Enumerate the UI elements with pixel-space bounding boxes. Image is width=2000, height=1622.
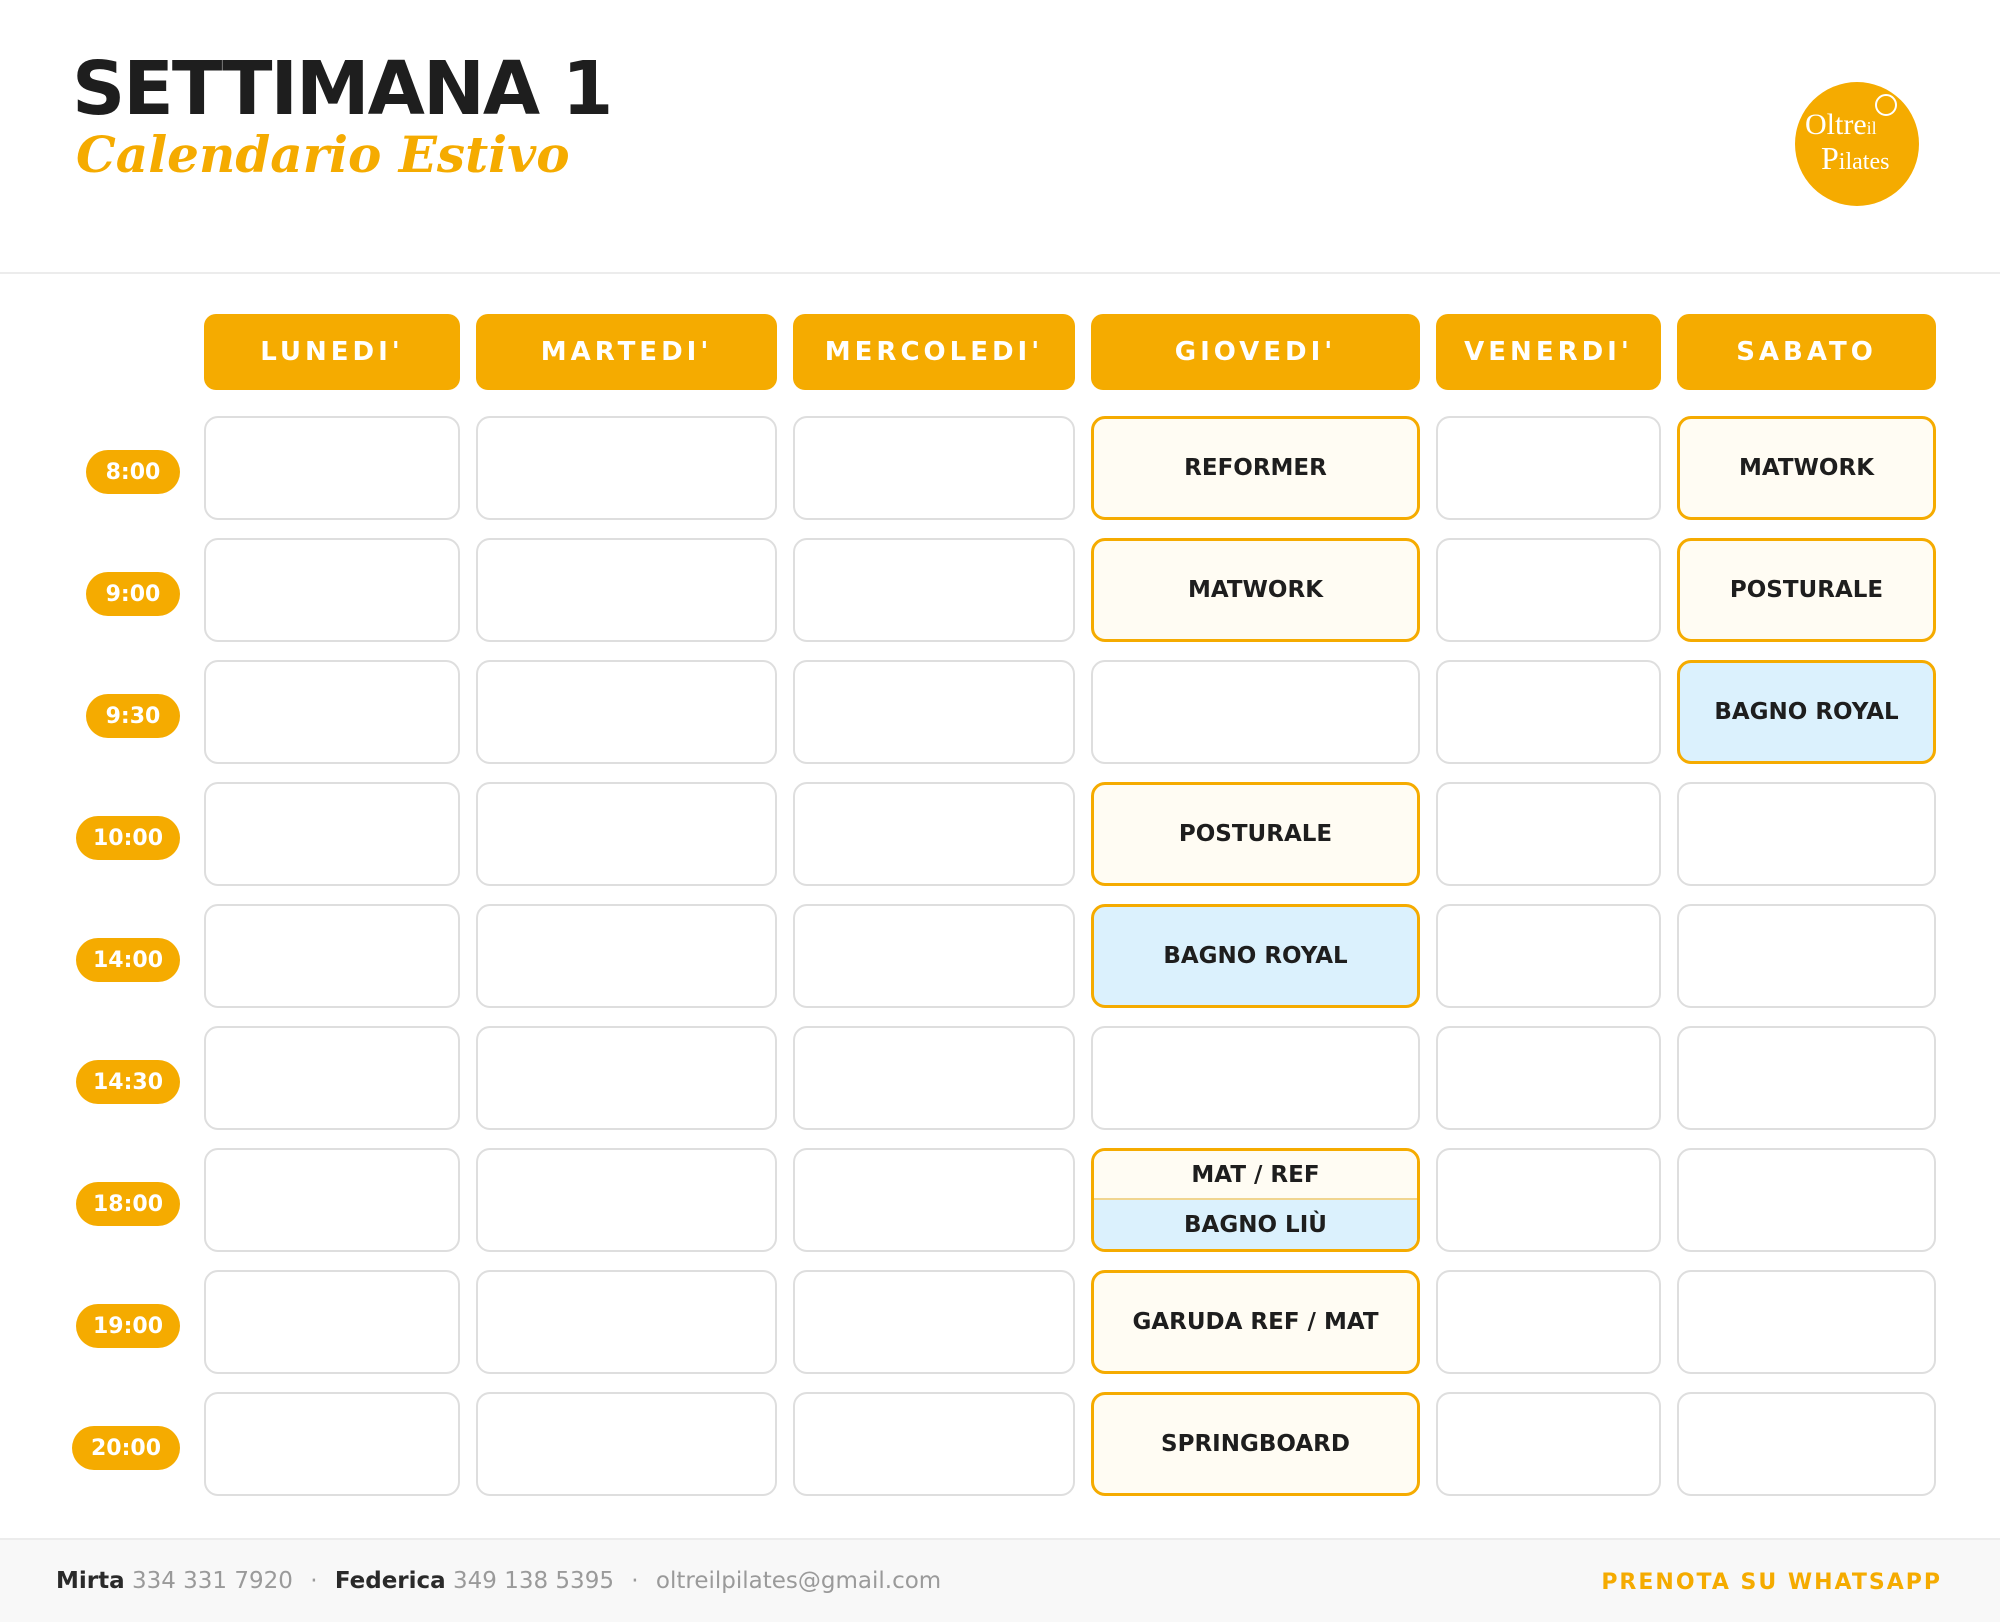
time-label: 14:00: [76, 938, 180, 982]
contact-name: Mirta: [56, 1568, 125, 1594]
schedule-cell-empty: [476, 1026, 777, 1130]
schedule-cell-empty: [1677, 782, 1936, 886]
class-cell-bagno-royal[interactable]: BAGNO ROYAL: [1091, 904, 1420, 1008]
class-cell-reformer[interactable]: REFORMER: [1091, 416, 1420, 520]
schedule-cell-empty: [476, 1270, 777, 1374]
schedule-cell-empty: [793, 1026, 1075, 1130]
schedule-cell-empty: [1436, 1026, 1661, 1130]
time-label: 9:00: [86, 572, 180, 616]
contact-name: Federica: [334, 1568, 446, 1594]
logo-line2: Pilates: [1821, 140, 1890, 176]
whatsapp-booking-link[interactable]: PRENOTA SU WHATSAPP: [1601, 1570, 1942, 1595]
time-label: 19:00: [76, 1304, 180, 1348]
schedule-cell-empty: [204, 1392, 460, 1496]
schedule-cell-empty: [793, 1392, 1075, 1496]
contact-info: Mirta 334 331 7920 · Federica 349 138 53…: [56, 1568, 941, 1594]
schedule-cell-empty: [1436, 1148, 1661, 1252]
schedule-cell-empty: [1436, 416, 1661, 520]
schedule-cell-empty: [793, 538, 1075, 642]
schedule-cell-empty: [204, 538, 460, 642]
time-label: 10:00: [76, 816, 180, 860]
schedule-cell-empty: [476, 416, 777, 520]
day-header-sabato: SABATO: [1677, 314, 1936, 390]
page-title: SETTIMANA 1: [72, 46, 613, 132]
class-cell-bagno-royal[interactable]: BAGNO ROYAL: [1677, 660, 1936, 764]
schedule-cell-empty: [204, 782, 460, 886]
schedule-cell-empty: [1436, 1270, 1661, 1374]
class-cell-posturale[interactable]: POSTURALE: [1091, 782, 1420, 886]
schedule-cell-empty: [1436, 782, 1661, 886]
day-header-venerdi: VENERDI': [1436, 314, 1661, 390]
class-cell-posturale[interactable]: POSTURALE: [1677, 538, 1936, 642]
time-label: 14:30: [76, 1060, 180, 1104]
schedule-cell-empty: [793, 782, 1075, 886]
schedule-cell-empty: [1677, 1026, 1936, 1130]
schedule-cell-empty: [793, 1270, 1075, 1374]
schedule-cell-empty: [204, 1270, 460, 1374]
schedule-cell-empty: [1677, 1148, 1936, 1252]
schedule-cell-empty: [476, 904, 777, 1008]
schedule-cell-empty: [793, 1148, 1075, 1252]
schedule-cell-empty: [1436, 904, 1661, 1008]
class-cell-matwork[interactable]: MATWORK: [1091, 538, 1420, 642]
schedule-cell-empty: [476, 660, 777, 764]
schedule-cell-empty: [1677, 904, 1936, 1008]
schedule-cell-empty: [1436, 660, 1661, 764]
time-label: 18:00: [76, 1182, 180, 1226]
separator: ·: [310, 1568, 318, 1594]
day-header-lunedi: LUNEDI': [204, 314, 460, 390]
day-header-mercoledi: MERCOLEDI': [793, 314, 1075, 390]
time-label: 9:30: [86, 694, 180, 738]
time-label: 8:00: [86, 450, 180, 494]
schedule-cell-empty: [204, 660, 460, 764]
separator: ·: [631, 1568, 639, 1594]
logo-line1: Oltreil: [1805, 108, 1877, 141]
schedule-cell-empty: [476, 538, 777, 642]
schedule-cell-empty: [1436, 538, 1661, 642]
class-cell-springboard[interactable]: SPRINGBOARD: [1091, 1392, 1420, 1496]
contact-phone[interactable]: 349 138 5395: [453, 1568, 614, 1594]
logo-figure-icon: [1875, 94, 1897, 116]
schedule-cell-empty: [1091, 1026, 1420, 1130]
schedule-cell-empty: [793, 660, 1075, 764]
class-cell-bagno-liu[interactable]: BAGNO LIÙ: [1094, 1200, 1417, 1249]
schedule-cell-empty: [204, 1026, 460, 1130]
brand-logo: Oltreil Pilates: [1795, 82, 1919, 206]
class-cell-split: MAT / REF BAGNO LIÙ: [1091, 1148, 1420, 1252]
schedule-cell-empty: [204, 416, 460, 520]
page-header: SETTIMANA 1 Calendario Estivo Oltreil Pi…: [0, 0, 2000, 274]
contact-phone[interactable]: 334 331 7920: [132, 1568, 293, 1594]
schedule-cell-empty: [476, 1148, 777, 1252]
schedule-cell-empty: [1677, 1270, 1936, 1374]
page-footer: Mirta 334 331 7920 · Federica 349 138 53…: [0, 1538, 2000, 1622]
schedule-cell-empty: [1436, 1392, 1661, 1496]
schedule-cell-empty: [1091, 660, 1420, 764]
class-cell-matwork[interactable]: MATWORK: [1677, 416, 1936, 520]
day-header-giovedi: GIOVEDI': [1091, 314, 1420, 390]
schedule-cell-empty: [204, 1148, 460, 1252]
schedule-cell-empty: [793, 416, 1075, 520]
schedule-cell-empty: [476, 782, 777, 886]
day-header-martedi: MARTEDI': [476, 314, 777, 390]
page-subtitle: Calendario Estivo: [76, 125, 570, 184]
schedule-cell-empty: [793, 904, 1075, 1008]
schedule-cell-empty: [1677, 1392, 1936, 1496]
schedule-cell-empty: [204, 904, 460, 1008]
class-cell-mat-ref[interactable]: MAT / REF: [1094, 1151, 1417, 1200]
schedule-cell-empty: [476, 1392, 777, 1496]
class-cell-garuda[interactable]: GARUDA REF / MAT: [1091, 1270, 1420, 1374]
time-label: 20:00: [72, 1426, 180, 1470]
contact-email[interactable]: oltreilpilates@gmail.com: [656, 1568, 941, 1594]
